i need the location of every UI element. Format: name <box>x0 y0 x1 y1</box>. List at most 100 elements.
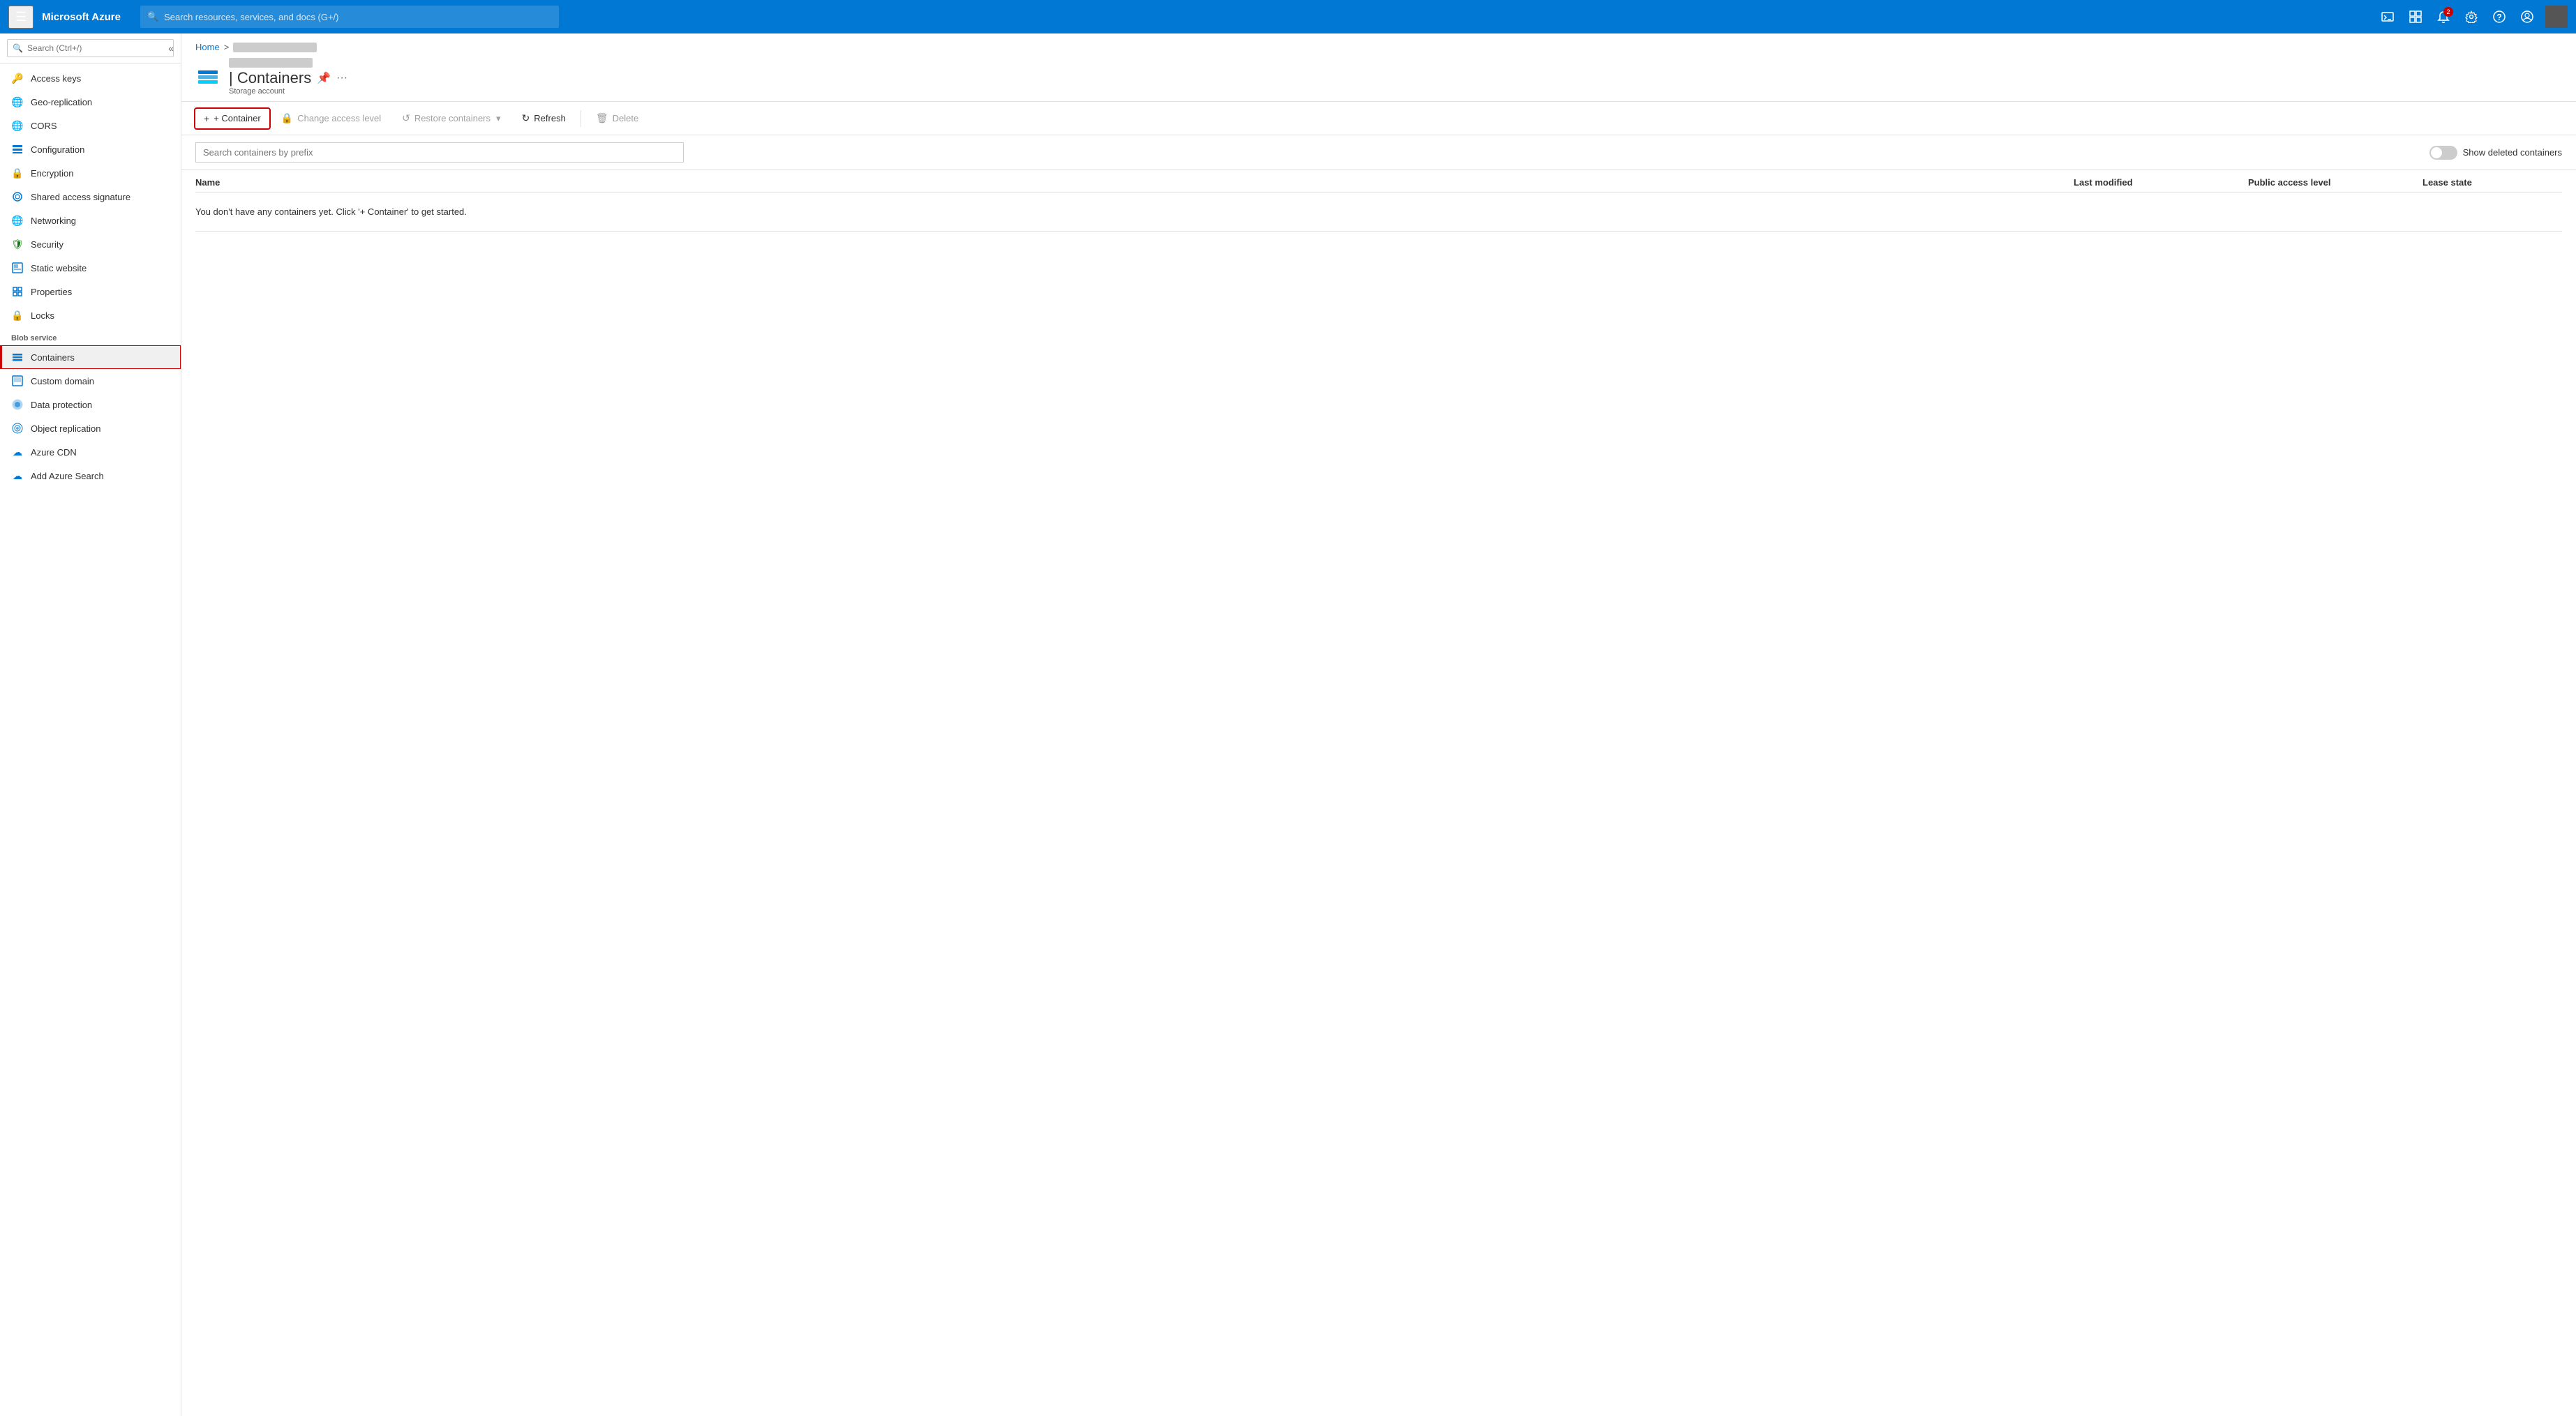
show-deleted-toggle[interactable] <box>2429 146 2457 160</box>
delete-label: Delete <box>613 113 639 123</box>
sidebar-item-label: Configuration <box>31 144 84 155</box>
content-area: Home > | Containers 📌 ··· Storage <box>181 33 2576 1416</box>
sidebar-item-label: Shared access signature <box>31 192 130 202</box>
more-options-button[interactable]: ··· <box>336 72 347 84</box>
sidebar-item-label: Geo-replication <box>31 97 92 107</box>
refresh-icon: ↻ <box>522 112 530 124</box>
add-azure-search-icon: ☁ <box>11 469 24 482</box>
table-empty-message: You don't have any containers yet. Click… <box>195 193 2562 232</box>
notifications-icon[interactable]: 2 <box>2431 4 2456 29</box>
sidebar-search-icon: 🔍 <box>13 43 23 53</box>
sidebar-item-label: CORS <box>31 121 57 131</box>
change-access-label: Change access level <box>297 113 381 123</box>
global-search-input[interactable] <box>164 12 552 22</box>
sidebar-item-label: Object replication <box>31 423 100 434</box>
sidebar-item-label: Static website <box>31 263 87 273</box>
directory-icon[interactable] <box>2403 4 2428 29</box>
sidebar-item-security[interactable]: 🛡 Security <box>0 232 181 256</box>
custom-domain-icon <box>11 375 24 387</box>
refresh-label: Refresh <box>534 113 566 123</box>
search-input-wrap <box>195 142 684 163</box>
add-container-label: + Container <box>214 113 261 123</box>
sidebar-item-add-azure-search[interactable]: ☁ Add Azure Search <box>0 464 181 488</box>
lock-icon: 🔒 <box>281 112 293 124</box>
sidebar-item-label: Access keys <box>31 73 81 84</box>
page-subtitle: Storage account <box>229 87 347 96</box>
topbar-icons: 2 ? <box>2375 4 2568 29</box>
object-replication-icon <box>11 422 24 435</box>
hamburger-menu[interactable]: ☰ <box>8 6 33 29</box>
delete-button[interactable]: 🗑 Delete <box>587 107 647 129</box>
resource-name-redacted <box>229 58 313 68</box>
refresh-button[interactable]: ↻ Refresh <box>513 107 575 129</box>
restore-containers-button[interactable]: ↺ Restore containers ▾ <box>393 107 509 129</box>
delete-icon: 🗑 <box>596 112 608 124</box>
breadcrumb: Home > <box>181 33 2576 52</box>
sidebar-item-label: Data protection <box>31 400 92 410</box>
help-icon[interactable]: ? <box>2487 4 2512 29</box>
sidebar-item-locks[interactable]: 🔒 Locks <box>0 303 181 327</box>
sidebar-item-properties[interactable]: Properties <box>0 280 181 303</box>
table-header: Name Last modified Public access level L… <box>195 170 2562 193</box>
sidebar-item-networking[interactable]: 🌐 Networking <box>0 209 181 232</box>
container-search-input[interactable] <box>195 142 684 163</box>
sidebar-item-containers[interactable]: Containers <box>0 345 181 369</box>
global-search-bar[interactable]: 🔍 <box>140 6 559 28</box>
show-deleted-label: Show deleted containers <box>2463 147 2562 158</box>
notification-count: 2 <box>2443 7 2453 17</box>
svg-text:?: ? <box>2496 13 2501 22</box>
sidebar-collapse-button[interactable]: « <box>168 43 174 54</box>
breadcrumb-home[interactable]: Home <box>195 42 220 52</box>
app-logo: Microsoft Azure <box>42 11 121 23</box>
add-container-button[interactable]: + + Container <box>195 109 269 128</box>
sidebar-item-encryption[interactable]: 🔒 Encryption <box>0 161 181 185</box>
restore-containers-label: Restore containers <box>414 113 491 123</box>
sidebar-item-label: Azure CDN <box>31 447 77 458</box>
table-area: Name Last modified Public access level L… <box>181 170 2576 1416</box>
sidebar-item-label: Encryption <box>31 168 73 179</box>
sidebar-item-geo-replication[interactable]: 🌐 Geo-replication <box>0 90 181 114</box>
sidebar-item-label: Properties <box>31 287 72 297</box>
geo-replication-icon: 🌐 <box>11 96 24 108</box>
page-title: | Containers <box>229 69 311 87</box>
storage-icon-bar-2 <box>198 75 218 79</box>
sidebar-item-configuration[interactable]: Configuration <box>0 137 181 161</box>
settings-icon[interactable] <box>2459 4 2484 29</box>
restore-icon: ↺ <box>402 112 410 124</box>
sidebar-search-wrap: 🔍 « <box>0 33 181 63</box>
change-access-level-button[interactable]: 🔒 Change access level <box>272 107 390 129</box>
col-lease-state: Lease state <box>2423 177 2562 188</box>
sidebar-search-input[interactable] <box>7 39 174 57</box>
storage-account-icon <box>195 64 220 89</box>
sidebar-item-label: Security <box>31 239 63 250</box>
configuration-icon <box>11 143 24 156</box>
containers-icon <box>11 351 24 363</box>
sidebar-item-label: Networking <box>31 216 76 226</box>
sidebar-item-cors[interactable]: 🌐 CORS <box>0 114 181 137</box>
blob-service-section-label: Blob service <box>0 327 181 345</box>
cloud-shell-icon[interactable] <box>2375 4 2400 29</box>
account-icon[interactable] <box>2515 4 2540 29</box>
show-deleted-wrap: Show deleted containers <box>2429 146 2562 160</box>
add-icon: + <box>204 113 209 124</box>
toolbar: + + Container 🔒 Change access level ↺ Re… <box>181 102 2576 135</box>
col-name: Name <box>195 177 2074 188</box>
breadcrumb-account <box>233 43 317 52</box>
locks-icon: 🔒 <box>11 309 24 322</box>
sidebar-item-label: Custom domain <box>31 376 94 386</box>
sidebar-item-shared-access-signature[interactable]: Shared access signature <box>0 185 181 209</box>
storage-icon <box>198 70 218 84</box>
sidebar-item-object-replication[interactable]: Object replication <box>0 416 181 440</box>
sidebar-item-custom-domain[interactable]: Custom domain <box>0 369 181 393</box>
pin-button[interactable]: 📌 <box>317 71 331 85</box>
page-title-group: | Containers 📌 ··· Storage account <box>229 58 347 96</box>
sidebar-item-data-protection[interactable]: Data protection <box>0 393 181 416</box>
col-last-modified: Last modified <box>2074 177 2248 188</box>
sidebar-item-azure-cdn[interactable]: ☁ Azure CDN <box>0 440 181 464</box>
restore-dropdown-icon: ▾ <box>496 113 501 124</box>
avatar[interactable] <box>2545 6 2568 28</box>
sidebar-item-access-keys[interactable]: 🔑 Access keys <box>0 66 181 90</box>
search-icon: 🔍 <box>147 11 158 22</box>
sidebar-item-static-website[interactable]: Static website <box>0 256 181 280</box>
networking-icon: 🌐 <box>11 214 24 227</box>
